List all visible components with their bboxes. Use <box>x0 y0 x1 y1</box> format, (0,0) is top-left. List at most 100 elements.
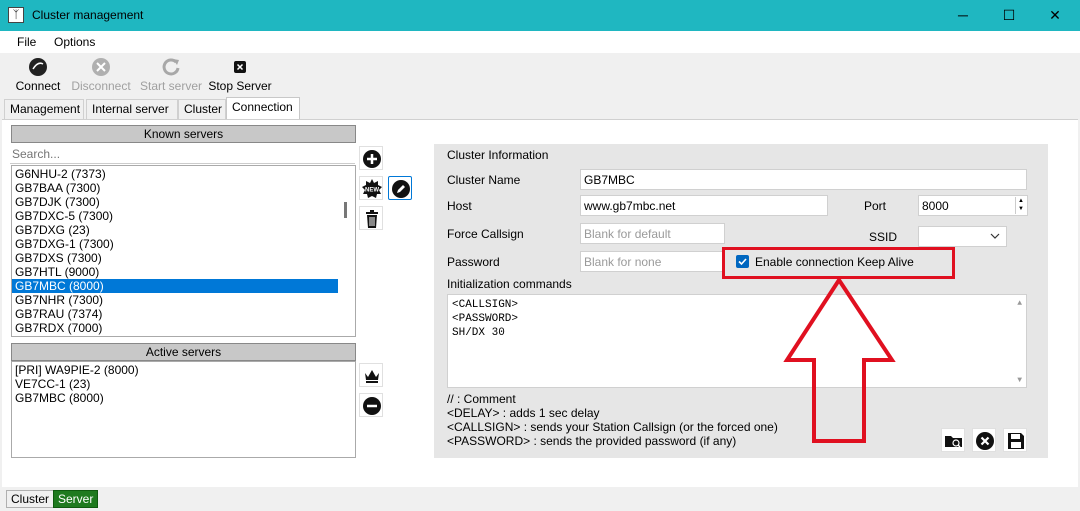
menu-file[interactable]: File <box>17 35 36 49</box>
tab-connection[interactable]: Connection <box>226 97 300 119</box>
cluster-name-label: Cluster Name <box>447 173 521 187</box>
edit-icon <box>392 180 410 198</box>
ssid-label: SSID <box>869 230 898 244</box>
plus-icon <box>363 150 381 168</box>
minimize-button[interactable]: ─ <box>940 0 986 31</box>
active-servers-header: Active servers <box>11 343 356 361</box>
window-title: Cluster management <box>32 8 144 22</box>
help-text: <CALLSIGN> : sends your Station Callsign… <box>447 420 778 434</box>
host-field[interactable]: www.gb7mbc.net <box>580 195 828 216</box>
cancel-icon <box>976 432 994 450</box>
new-server-button[interactable]: NEW <box>359 176 383 200</box>
tab-cluster[interactable]: Cluster <box>178 99 226 119</box>
save-button[interactable] <box>1003 428 1027 452</box>
list-item[interactable]: GB7DXG-1 (7300) <box>12 237 355 251</box>
help-text: // : Comment <box>447 392 516 406</box>
save-icon <box>1008 433 1024 449</box>
menu-options[interactable]: Options <box>54 35 95 49</box>
cancel-button[interactable] <box>972 428 996 452</box>
force-callsign-label: Force Callsign <box>447 227 524 241</box>
chevron-down-icon <box>990 233 1000 239</box>
init-commands-textarea[interactable]: <CALLSIGN> <PASSWORD> SH/DX 30 ▲ ▼ <box>447 294 1027 388</box>
disconnect-icon <box>92 58 110 76</box>
toolbar: Connect Disconnect Start server Stop Ser… <box>0 53 1080 97</box>
help-text: <PASSWORD> : sends the provided password… <box>447 434 737 448</box>
connect-button[interactable]: Connect <box>14 57 62 93</box>
known-servers-list[interactable]: G6NHU-2 (7373) GB7BAA (7300) GB7DJK (730… <box>11 165 356 337</box>
svg-text:NEW: NEW <box>365 188 379 194</box>
disconnect-button[interactable]: Disconnect <box>70 57 132 93</box>
list-item-selected[interactable]: GB7MBC (8000) <box>12 279 338 293</box>
list-item[interactable]: G6NHU-2 (7373) <box>12 167 355 181</box>
host-label: Host <box>447 199 472 213</box>
scrollbar-thumb[interactable] <box>344 202 347 218</box>
list-item[interactable]: GB7DJK (7300) <box>12 195 355 209</box>
close-button[interactable]: ✕ <box>1032 0 1078 31</box>
crown-icon <box>365 370 379 383</box>
ssid-dropdown[interactable] <box>918 226 1007 247</box>
cluster-name-field[interactable]: GB7MBC <box>580 169 1027 190</box>
list-item[interactable]: GB7NHR (7300) <box>12 293 355 307</box>
active-servers-list[interactable]: [PRI] WA9PIE-2 (8000) VE7CC-1 (23) GB7MB… <box>11 361 356 458</box>
highlight-box <box>722 247 955 279</box>
search-input[interactable] <box>10 144 355 164</box>
status-tab-server[interactable]: Server <box>53 490 99 508</box>
menu-bar: File Options <box>0 31 1080 53</box>
title-bar: ᛉ Cluster management ─ ☐ ✕ <box>0 0 1080 31</box>
list-item[interactable]: GB7HTL (9000) <box>12 265 355 279</box>
scroll-up-icon[interactable]: ▲ <box>1017 299 1022 308</box>
password-label: Password <box>447 255 500 269</box>
status-tab-cluster[interactable]: Cluster <box>6 490 55 508</box>
annotation-arrow-icon <box>783 276 896 443</box>
trash-icon <box>366 210 378 228</box>
password-field[interactable]: Blank for none <box>580 251 725 272</box>
init-line: SH/DX 30 <box>452 327 505 339</box>
folder-search-icon <box>945 436 962 448</box>
init-line: <CALLSIGN> <box>452 299 519 311</box>
refresh-icon <box>162 58 180 76</box>
port-value: 8000 <box>922 199 949 213</box>
spin-up-icon[interactable]: ▲ <box>1016 197 1026 205</box>
list-item[interactable]: GB7DXC-5 (7300) <box>12 209 355 223</box>
list-item[interactable]: GB7MBC (8000) <box>12 391 355 405</box>
remove-active-button[interactable] <box>359 393 383 417</box>
stop-server-button[interactable]: Stop Server <box>208 57 272 93</box>
spin-down-icon[interactable]: ▼ <box>1016 205 1026 213</box>
list-item[interactable]: [PRI] WA9PIE-2 (8000) <box>12 363 355 377</box>
disconnect-label: Disconnect <box>71 79 131 93</box>
minus-icon <box>363 397 381 415</box>
connect-label: Connect <box>15 79 61 93</box>
list-item[interactable]: GB7RAU (7374) <box>12 307 355 321</box>
known-servers-header: Known servers <box>11 125 356 143</box>
port-spinner[interactable]: 8000 ▲ ▼ <box>918 195 1028 216</box>
add-server-button[interactable] <box>359 146 383 170</box>
list-item[interactable]: VE7CC-1 (23) <box>12 377 355 391</box>
set-primary-button[interactable] <box>359 363 383 387</box>
connect-icon <box>29 58 47 76</box>
list-item[interactable]: GB7BAA (7300) <box>12 181 355 195</box>
spinner-arrows[interactable]: ▲ ▼ <box>1015 197 1026 214</box>
help-text: <DELAY> : adds 1 sec delay <box>447 406 600 420</box>
list-item[interactable]: GB7DXS (7300) <box>12 251 355 265</box>
port-label: Port <box>864 199 887 213</box>
start-server-label: Start server <box>140 79 203 93</box>
tab-management[interactable]: Management <box>4 99 84 119</box>
list-item[interactable]: GB7RDX (7000) <box>12 321 355 335</box>
scroll-down-icon[interactable]: ▼ <box>1017 376 1022 385</box>
stop-icon <box>234 61 246 73</box>
start-server-button[interactable]: Start server <box>140 57 202 93</box>
edit-server-button[interactable] <box>388 176 412 200</box>
section-title: Cluster Information <box>447 148 549 162</box>
app-icon: ᛉ <box>8 7 24 23</box>
stop-server-label: Stop Server <box>208 79 272 93</box>
init-line: <PASSWORD> <box>452 313 519 325</box>
status-bar: Cluster Server <box>0 487 1080 511</box>
new-badge-icon: NEW <box>362 179 382 198</box>
init-commands-label: Initialization commands <box>447 277 572 291</box>
force-callsign-field[interactable]: Blank for default <box>580 223 725 244</box>
browse-folder-button[interactable] <box>941 428 965 452</box>
delete-server-button[interactable] <box>359 206 383 230</box>
maximize-button[interactable]: ☐ <box>986 0 1032 31</box>
tab-internal-server[interactable]: Internal server <box>86 99 178 119</box>
list-item[interactable]: GB7DXG (23) <box>12 223 355 237</box>
